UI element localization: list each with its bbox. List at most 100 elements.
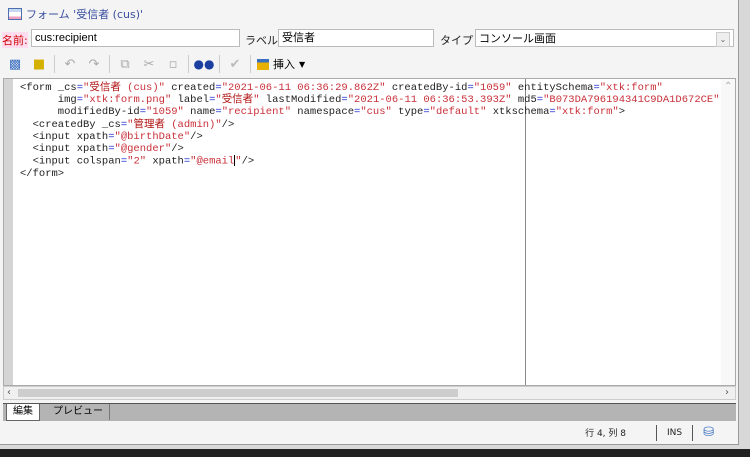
code-token: <createdBy _cs xyxy=(20,118,121,131)
code-token: <input xpath xyxy=(20,143,109,156)
code-line: <createdBy _cs="管理者 (admin)"/> xyxy=(20,119,720,131)
code-line: </form> xyxy=(20,168,720,180)
code-token: (admin)" xyxy=(164,118,222,131)
cut-icon[interactable]: ✂ xyxy=(140,55,158,73)
code-token: name xyxy=(183,106,216,119)
undo-icon[interactable]: ↶ xyxy=(61,55,79,73)
insert-button[interactable]: 挿入 ▼ xyxy=(257,56,305,72)
type-select-value: コンソール画面 xyxy=(479,32,556,45)
code-token: lastModified xyxy=(259,94,342,107)
divider xyxy=(188,55,189,73)
code-token: > xyxy=(618,106,626,119)
code-token: <form _cs xyxy=(20,82,77,94)
code-token: createdBy-id xyxy=(385,82,468,94)
code-token: "@birthDate" xyxy=(114,130,191,143)
divider xyxy=(692,424,694,441)
code-token: "2021-06-11 06:36:29.862Z" xyxy=(221,82,386,94)
database-check-icon: ⛁ xyxy=(703,425,714,440)
code-token: "2" xyxy=(127,155,147,168)
code-token: label xyxy=(171,94,210,107)
code-token: 受信者 xyxy=(221,94,254,107)
status-bar: 行 4, 列 8 INS ⛁ xyxy=(0,421,738,444)
code-token: </form> xyxy=(20,167,65,180)
paste-icon[interactable]: ▫ xyxy=(164,55,182,73)
caret-down-icon: ▼ xyxy=(299,59,306,69)
divider xyxy=(655,424,657,441)
new-element-icon[interactable]: ▩ xyxy=(6,55,24,73)
name-label: 名前: xyxy=(2,32,28,48)
form-properties-row: 名前: ラベル: タイプ : コンソール画面 ⌄ xyxy=(0,29,738,49)
taskbar xyxy=(0,449,750,457)
redo-icon[interactable]: ↷ xyxy=(85,55,103,73)
code-token: "1059" xyxy=(146,106,184,119)
divider xyxy=(219,55,220,73)
code-token: "xtk:form.png" xyxy=(83,94,172,107)
code-token: md5 xyxy=(511,94,537,107)
code-token: 受信者 xyxy=(89,82,121,94)
editor-tabs: 編集 プレビュー xyxy=(3,403,736,421)
code-token: <input colspan xyxy=(20,155,121,168)
copy-icon[interactable]: ⧉ xyxy=(116,55,134,73)
code-token: xtkschema xyxy=(486,106,550,119)
insert-icon xyxy=(257,58,269,70)
code-token: /> xyxy=(171,143,184,156)
code-token: "B073DA796194341C9DA1D672CE" xyxy=(543,94,720,107)
scroll-left-icon[interactable]: ‹ xyxy=(7,387,11,398)
form-icon xyxy=(8,8,22,20)
cursor-position: 行 4, 列 8 xyxy=(585,429,626,439)
code-token: "cus" xyxy=(360,106,392,119)
code-line: <input xpath="@birthDate"/> xyxy=(20,131,720,143)
code-token: "xtk:form" xyxy=(599,82,663,94)
folder-icon[interactable]: ■ xyxy=(30,55,48,73)
code-token: (cus)" xyxy=(120,82,165,94)
code-line: img="xtk:form.png" label="受信者" lastModif… xyxy=(20,94,720,106)
code-area[interactable]: <form _cs="受信者 (cus)" created="2021-06-1… xyxy=(20,82,720,180)
scroll-up-icon[interactable]: ⌃ xyxy=(724,81,732,92)
code-token: namespace xyxy=(291,106,355,119)
insert-mode: INS xyxy=(666,427,683,438)
divider xyxy=(109,55,110,73)
code-line: <form _cs="受信者 (cus)" created="2021-06-1… xyxy=(20,82,720,94)
code-line: modifiedBy-id="1059" name="recipient" na… xyxy=(20,106,720,118)
form-editor-window: フォーム '受信者 (cus)' 名前: ラベル: タイプ : コンソール画面 … xyxy=(0,0,739,445)
code-token: 管理者 xyxy=(133,118,165,131)
code-token: "@gender" xyxy=(114,143,172,156)
code-token: "@email xyxy=(190,155,235,168)
tab-edit[interactable]: 編集 xyxy=(6,404,40,421)
code-token: /> xyxy=(241,155,255,168)
name-input[interactable] xyxy=(31,29,240,47)
binoculars-icon[interactable]: ●● xyxy=(194,55,215,73)
code-token: "xtk:form" xyxy=(555,106,619,119)
xml-editor[interactable]: <form _cs="受信者 (cus)" created="2021-06-1… xyxy=(3,78,736,386)
code-token: created xyxy=(164,82,216,94)
window-title: フォーム '受信者 (cus)' xyxy=(8,6,143,22)
code-token: "2021-06-11 06:36:53.393Z" xyxy=(347,94,512,107)
divider xyxy=(54,55,55,73)
insert-label: 挿入 xyxy=(273,58,295,71)
scrollbar-thumb[interactable] xyxy=(18,389,458,397)
code-token: /> xyxy=(190,130,203,143)
code-token: "recipient" xyxy=(221,106,291,119)
code-token: entitySchema xyxy=(511,82,594,94)
code-line: <input colspan="2" xpath="@email"/> xyxy=(20,155,720,168)
code-token: "default" xyxy=(429,106,487,119)
horizontal-scrollbar[interactable]: ‹ › xyxy=(3,386,736,400)
label-input[interactable] xyxy=(278,29,434,47)
editor-gutter xyxy=(4,79,13,385)
toolbar: ▩ ■ ↶ ↷ ⧉ ✂ ▫ ●● ✔ 挿入 ▼ xyxy=(0,53,738,75)
divider xyxy=(250,55,251,73)
tab-preview[interactable]: プレビュー xyxy=(47,404,110,420)
chevron-down-icon[interactable]: ⌄ xyxy=(716,32,730,47)
scroll-right-icon[interactable]: › xyxy=(725,387,729,398)
label-label: ラベル: xyxy=(245,34,282,47)
code-token: type xyxy=(391,106,424,119)
check-icon[interactable]: ✔ xyxy=(226,55,244,73)
code-token: <input xpath xyxy=(20,130,109,143)
code-token: /> xyxy=(221,118,235,131)
code-token: modifiedBy-id xyxy=(20,106,140,119)
window-title-text: フォーム '受信者 (cus)' xyxy=(26,8,144,21)
type-select[interactable]: コンソール画面 ⌄ xyxy=(475,29,734,47)
code-token: xpath xyxy=(146,155,184,168)
code-token: img xyxy=(20,94,77,107)
vertical-scrollbar[interactable]: ⌃ xyxy=(721,79,735,385)
